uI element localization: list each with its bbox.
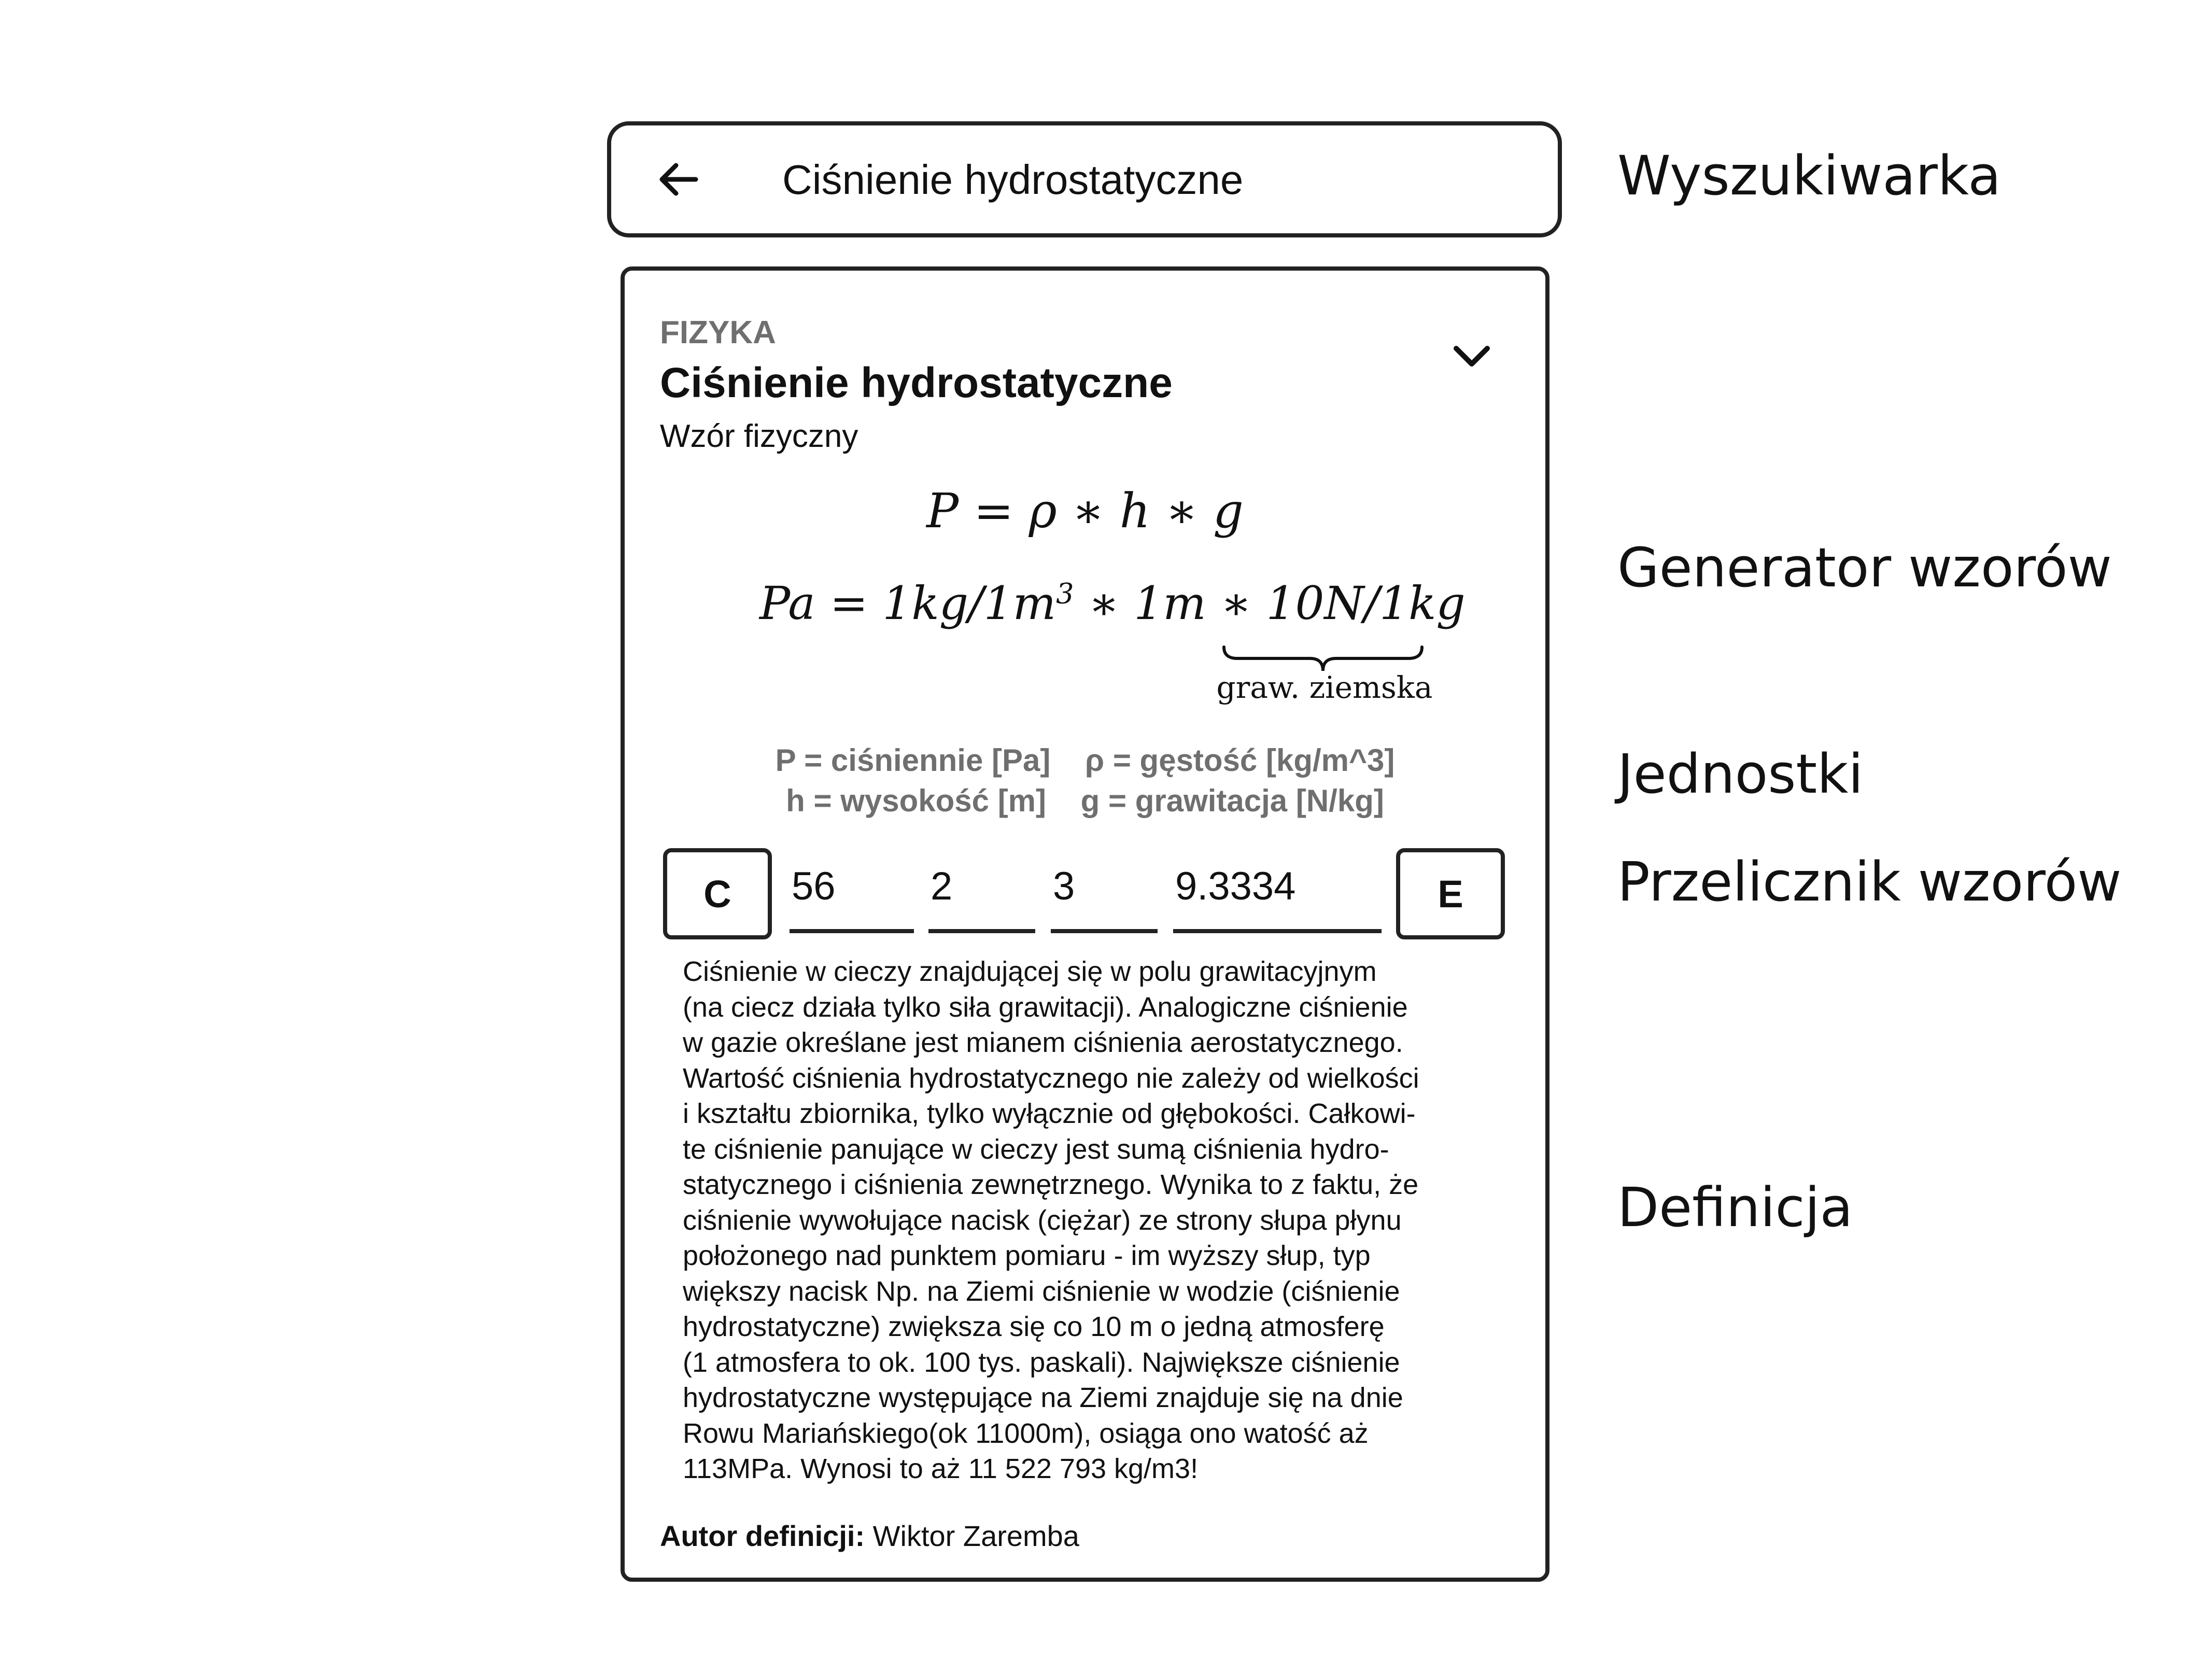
brace-label: graw. ziemska — [1216, 670, 1433, 705]
definition-line: położonego nad punktem pomiaru - im wyżs… — [683, 1240, 1371, 1271]
author-label: Autor definicji: — [660, 1520, 865, 1552]
definition-line: Rowu Mariańskiego(ok 11000m), osiąga ono… — [683, 1417, 1369, 1449]
formula-units-prefix: Pa = 1kg/1m — [759, 577, 1056, 630]
definition-line: (1 atmosfera to ok. 100 tys. paskali). N… — [683, 1346, 1400, 1378]
author-credit: Autor definicji: Wiktor Zaremba — [660, 1519, 1079, 1553]
annotation-units: Jednostki — [1617, 742, 1864, 806]
definition-line: hydrostatyczne) zwiększa się co 10 m o j… — [683, 1311, 1385, 1342]
units-legend-line: h = wysokość [m] g = grawitacja [N/kg] — [786, 783, 1384, 818]
annotation-calculator: Przelicznik wzorów — [1617, 850, 2122, 913]
definition-line: hydrostatyczne występujące na Ziemi znaj… — [683, 1382, 1403, 1413]
formula-units-braced: 10N/1kg — [1266, 577, 1466, 630]
annotation-definition: Definicja — [1617, 1176, 1853, 1239]
calc-field-pressure[interactable]: 56 — [790, 855, 914, 933]
definition-line: ciśnienie wywołujące nacisk (ciężar) ze … — [683, 1204, 1402, 1236]
formula-units-middle: ∗ 1m ∗ — [1074, 577, 1266, 630]
definition-line: w gazie określane jest mianem ciśnienia … — [683, 1027, 1403, 1058]
definition-line: 113MPa. Wynosi to aż 11 522 793 kg/m3! — [683, 1453, 1199, 1484]
calc-field-height[interactable]: 3 — [1051, 855, 1158, 933]
calc-field-gravity[interactable]: 9.3334 — [1173, 855, 1382, 933]
formula-units: Pa = 1kg/1m3 ∗ 1m ∗ 10N/1kg — [759, 577, 1466, 630]
units-legend-line: P = ciśniennie [Pa] ρ = gęstość [kg/m^3] — [775, 743, 1395, 778]
definition-line: Ciśnienie w cieczy znajdującej się w pol… — [683, 956, 1377, 987]
definition-line: większy nacisk Np. na Ziemi ciśnienie w … — [683, 1275, 1400, 1307]
annotation-search: Wyszukiwarka — [1617, 144, 2002, 207]
category-label: FIZYKA — [660, 315, 776, 350]
formula-units-exponent: 3 — [1056, 577, 1074, 610]
card-title: Ciśnienie hydrostatyczne — [660, 359, 1173, 406]
definition-line: te ciśnienie panujące w cieczy jest sumą… — [683, 1133, 1389, 1165]
definition-line: Wartość ciśnienia hydrostatycznego nie z… — [683, 1062, 1419, 1094]
calc-field-density[interactable]: 2 — [928, 855, 1035, 933]
collapse-button[interactable] — [1446, 331, 1498, 383]
definition-line: (na ciecz działa tylko siła grawitacji).… — [683, 991, 1408, 1023]
author-name: Wiktor Zaremba — [865, 1520, 1079, 1552]
definition-text: Ciśnienie w cieczy znajdującej się w pol… — [683, 954, 1497, 1487]
definition-line: i kształtu zbiornika, tylko wyłącznie od… — [683, 1098, 1416, 1129]
chevron-down-icon — [1454, 346, 1490, 367]
back-button[interactable] — [653, 153, 705, 205]
search-input[interactable]: Ciśnienie hydrostatyczne — [782, 151, 1243, 208]
clear-button[interactable]: C — [663, 848, 772, 939]
card-subtitle: Wzór fizyczny — [660, 418, 858, 454]
search-bar[interactable]: Ciśnienie hydrostatyczne — [607, 121, 1562, 237]
enter-button[interactable]: E — [1396, 848, 1505, 939]
formula-card: FIZYKA Ciśnienie hydrostatyczne Wzór fiz… — [621, 266, 1549, 1582]
definition-line: statycznego i ciśnienia zewnętrznego. Wy… — [683, 1169, 1419, 1200]
formula-main: P = ρ ∗ h ∗ g — [926, 483, 1244, 539]
arrow-left-icon — [659, 163, 698, 196]
annotation-generator: Generator wzorów — [1617, 536, 2112, 599]
